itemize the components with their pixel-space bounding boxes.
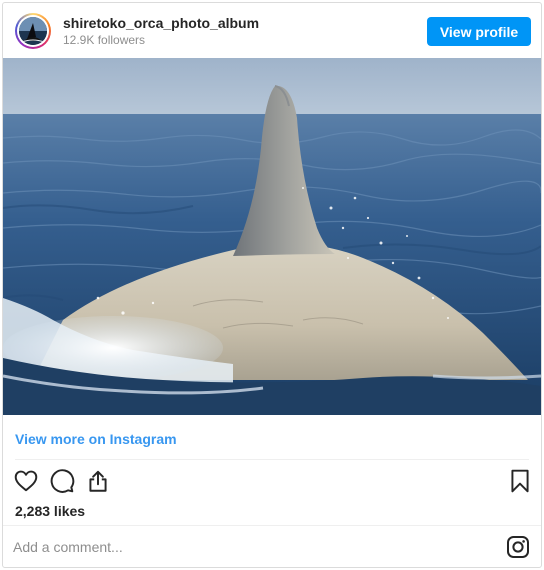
view-more-link[interactable]: View more on Instagram: [15, 431, 177, 447]
post-header: shiretoko_orca_photo_album 12.9K followe…: [3, 3, 541, 58]
white-orca-photo: [3, 58, 541, 415]
heart-icon[interactable]: [13, 468, 39, 494]
share-icon[interactable]: [85, 468, 111, 494]
instagram-embed-card: shiretoko_orca_photo_album 12.9K followe…: [2, 2, 542, 568]
action-bar: [3, 465, 541, 499]
bookmark-icon[interactable]: [507, 468, 533, 494]
username[interactable]: shiretoko_orca_photo_album: [63, 15, 259, 31]
comment-input[interactable]: [13, 533, 493, 561]
avatar[interactable]: [15, 13, 51, 49]
divider: [15, 459, 529, 460]
instagram-icon[interactable]: [506, 535, 530, 559]
divider: [3, 525, 541, 526]
post-photo[interactable]: [3, 58, 541, 415]
orca-avatar-icon: [19, 17, 47, 45]
comment-icon[interactable]: [49, 468, 75, 494]
view-profile-button[interactable]: View profile: [427, 17, 531, 46]
follower-count: 12.9K followers: [63, 33, 146, 47]
like-count: 2,283 likes: [15, 503, 86, 519]
